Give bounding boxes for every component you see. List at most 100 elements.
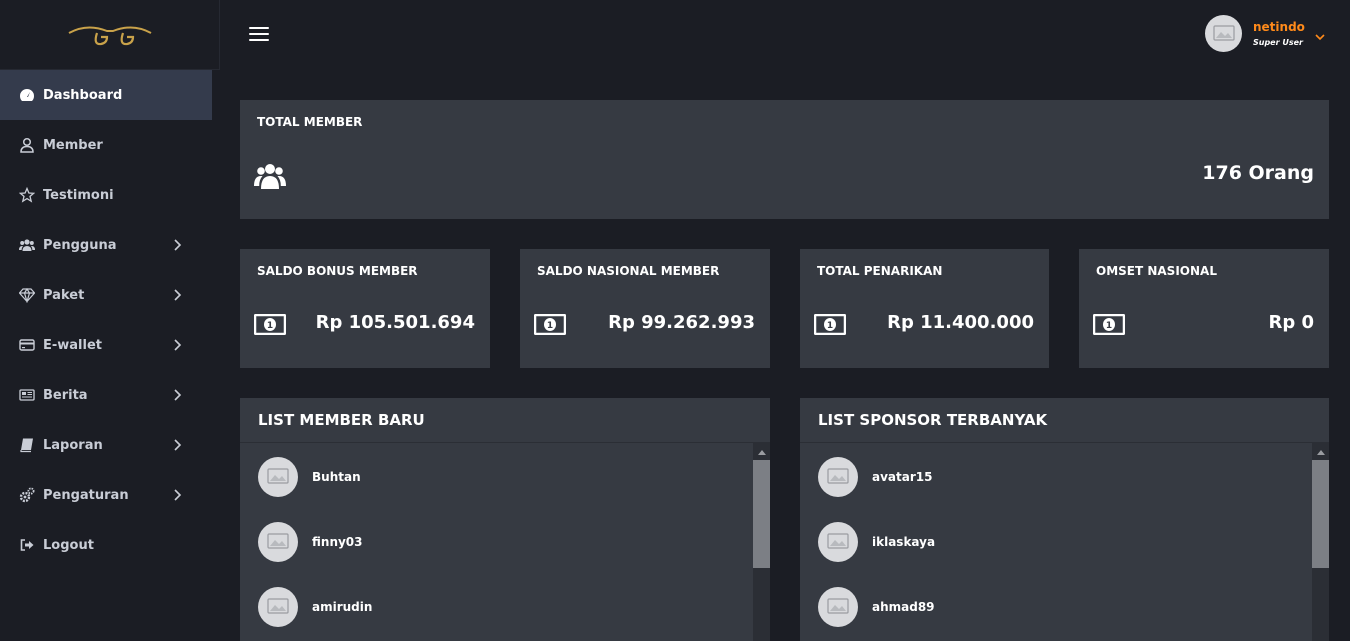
scroll-thumb[interactable]: [753, 460, 770, 568]
member-list: Buhtan finny03 amirudin: [240, 443, 770, 641]
users-icon: [254, 164, 286, 189]
money-bill-icon: 1: [254, 314, 286, 335]
chevron-down-icon: [1315, 33, 1325, 40]
card-title: OMSET NASIONAL: [1096, 264, 1217, 278]
book-icon: [18, 436, 36, 454]
sponsor-name: ahmad89: [872, 599, 935, 614]
dashboard-gauge-icon: [18, 86, 36, 104]
image-placeholder-icon: [827, 532, 849, 549]
sidebar-item-paket[interactable]: Paket: [0, 270, 212, 320]
list-item[interactable]: amirudin: [240, 573, 770, 638]
member-avatar: [258, 586, 298, 627]
card-title: TOTAL PENARIKAN: [817, 264, 943, 278]
list-item[interactable]: avatar15: [800, 443, 1329, 508]
sponsor-name: iklaskaya: [872, 534, 936, 549]
stat-value: Rp 0: [1268, 312, 1314, 333]
sidebar-item-label: Laporan: [43, 437, 103, 453]
image-placeholder-icon: [267, 597, 289, 614]
users-icon: [18, 236, 36, 254]
sponsor-avatar: [818, 586, 858, 627]
list-item[interactable]: ahmad89: [800, 573, 1329, 638]
sponsor-list: avatar15 iklaskaya ahmad89: [800, 443, 1329, 641]
sidebar-item-label: Dashboard: [43, 87, 123, 103]
sidebar-item-dashboard[interactable]: Dashboard: [0, 70, 212, 120]
sidebar-item-berita[interactable]: Berita: [0, 370, 212, 420]
sign-out-icon: [18, 536, 36, 554]
member-avatar: [258, 456, 298, 497]
sidebar-item-pengguna[interactable]: Pengguna: [0, 220, 212, 270]
money-bill-icon: 1: [1093, 314, 1125, 335]
sidebar-item-label: Testimoni: [43, 187, 114, 203]
sidebar-item-ewallet[interactable]: E-wallet: [0, 320, 212, 370]
user-menu[interactable]: netindo Super User: [1205, 15, 1325, 52]
chevron-right-icon: [172, 237, 186, 253]
member-name: finny03: [312, 534, 363, 549]
chevron-right-icon: [172, 387, 186, 403]
total-penarikan-card: TOTAL PENARIKAN 1 Rp 11.400.000: [800, 249, 1049, 368]
sidebar-item-member[interactable]: Member: [0, 120, 212, 170]
svg-text:1: 1: [547, 321, 553, 331]
list-sponsor-card: LIST SPONSOR TERBANYAK avatar15 iklaskay…: [800, 398, 1329, 641]
scroll-thumb[interactable]: [1312, 460, 1329, 568]
list-scrollbar[interactable]: [1312, 443, 1329, 641]
card-title: TOTAL MEMBER: [257, 115, 363, 129]
omset-nasional-card: OMSET NASIONAL 1 Rp 0: [1079, 249, 1329, 368]
list-title: LIST MEMBER BARU: [240, 398, 770, 443]
chevron-right-icon: [172, 337, 186, 353]
member-name: Buhtan: [312, 469, 361, 484]
sidebar-item-pengaturan[interactable]: Pengaturan: [0, 470, 212, 520]
stat-value: Rp 11.400.000: [887, 312, 1034, 333]
newspaper-icon: [18, 386, 36, 404]
scroll-up-arrow-icon[interactable]: [1312, 443, 1329, 460]
saldo-bonus-card: SALDO BONUS MEMBER 1 Rp 105.501.694: [240, 249, 490, 368]
card-title: SALDO NASIONAL MEMBER: [537, 264, 720, 278]
total-member-card: TOTAL MEMBER 176 Orang: [240, 100, 1329, 219]
sidebar-item-label: Paket: [43, 287, 85, 303]
image-placeholder-icon: [267, 467, 289, 484]
chevron-right-icon: [172, 287, 186, 303]
svg-text:1: 1: [827, 321, 833, 331]
sidebar-item-laporan[interactable]: Laporan: [0, 420, 212, 470]
sidebar-nav: Dashboard Member Testimoni Pengguna Pake…: [0, 70, 220, 570]
saldo-nasional-card: SALDO NASIONAL MEMBER 1 Rp 99.262.993: [520, 249, 770, 368]
card-title: SALDO BONUS MEMBER: [257, 264, 418, 278]
gears-icon: [18, 486, 36, 504]
member-avatar: [258, 521, 298, 562]
scroll-up-arrow-icon[interactable]: [753, 443, 770, 460]
image-placeholder-icon: [267, 532, 289, 549]
sidebar-item-logout[interactable]: Logout: [0, 520, 212, 570]
member-name: amirudin: [312, 599, 373, 614]
image-placeholder-icon: [827, 467, 849, 484]
sidebar-item-label: E-wallet: [43, 337, 103, 353]
money-bill-icon: 1: [534, 314, 566, 335]
list-title: LIST SPONSOR TERBANYAK: [800, 398, 1329, 443]
stat-value: Rp 99.262.993: [608, 312, 755, 333]
list-member-baru-card: LIST MEMBER BARU Buhtan finny03 amirudin: [240, 398, 770, 641]
sponsor-avatar: [818, 456, 858, 497]
sidebar-item-testimoni[interactable]: Testimoni: [0, 170, 212, 220]
user-avatar: [1205, 15, 1242, 52]
stat-value: Rp 105.501.694: [315, 312, 475, 333]
star-icon: [18, 186, 36, 204]
list-item[interactable]: finny03: [240, 508, 770, 573]
diamond-icon: [18, 286, 36, 304]
sidebar: Dashboard Member Testimoni Pengguna Pake…: [0, 0, 220, 641]
sidebar-item-label: Berita: [43, 387, 88, 403]
sponsor-avatar: [818, 521, 858, 562]
money-bill-icon: 1: [814, 314, 846, 335]
menu-toggle-button[interactable]: [249, 27, 269, 43]
user-icon: [18, 136, 36, 154]
user-role: Super User: [1253, 38, 1303, 47]
logo[interactable]: [0, 0, 220, 70]
sponsor-name: avatar15: [872, 469, 933, 484]
svg-text:1: 1: [267, 321, 273, 331]
sidebar-item-label: Pengguna: [43, 237, 117, 253]
chevron-right-icon: [172, 437, 186, 453]
list-item[interactable]: Buhtan: [240, 443, 770, 508]
image-placeholder-icon: [827, 597, 849, 614]
list-item[interactable]: iklaskaya: [800, 508, 1329, 573]
brand-logo-icon: [68, 26, 151, 45]
sidebar-item-label: Logout: [43, 537, 94, 553]
sidebar-item-label: Pengaturan: [43, 487, 129, 503]
list-scrollbar[interactable]: [753, 443, 770, 641]
